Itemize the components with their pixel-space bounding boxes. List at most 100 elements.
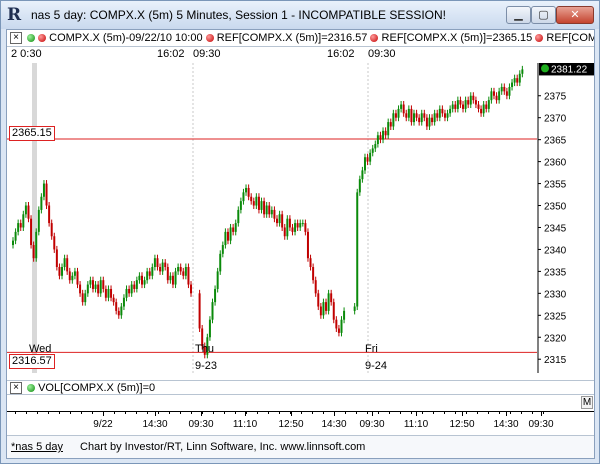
price-chart[interactable]: 2375 2370 2365 2360 2355 2350 2345 2340 2335 2330… xyxy=(7,61,594,373)
price-axis-label: 2365 xyxy=(544,136,567,147)
chart-page-tab[interactable]: *nas 5 day xyxy=(11,441,63,453)
candle-body xyxy=(353,306,356,311)
day-marker-date: 9-24 xyxy=(365,360,387,372)
candle-body xyxy=(174,271,177,285)
candle-body xyxy=(443,113,446,118)
x-axis-minor-tick xyxy=(213,412,214,414)
maximize-icon: ▢ xyxy=(538,9,549,21)
session-time-bar: 2 0:30 16:02 09:30 16:02 09:30 xyxy=(7,48,594,62)
candle-body xyxy=(164,262,167,267)
green-dot-icon[interactable] xyxy=(27,34,35,43)
candle-body xyxy=(325,302,328,311)
day-marker-date: 9-23 xyxy=(195,360,217,372)
candle-body xyxy=(480,108,483,114)
candle-body xyxy=(498,91,501,101)
legend-item-ref-extra[interactable]: REF[COM xyxy=(546,32,594,44)
candle-body xyxy=(278,214,281,224)
day-marker-weekday: Thu xyxy=(195,343,214,355)
candle-body xyxy=(257,196,260,210)
candle-body xyxy=(438,108,441,118)
candle-body xyxy=(245,187,248,193)
price-axis-label: 2340 xyxy=(544,245,567,256)
legend-item-ref-lower[interactable]: REF[COMPX.X (5m)]=2316.57 xyxy=(217,32,368,44)
candle-body xyxy=(314,280,317,294)
x-axis-label: 12:50 xyxy=(278,419,304,430)
candle-body xyxy=(161,262,164,272)
legend-item-symbol[interactable]: COMPX.X (5m)-09/22/10 10:00 xyxy=(49,32,202,44)
price-axis-label: 2345 xyxy=(544,223,567,234)
candle-body xyxy=(219,253,222,272)
close-button[interactable]: ✕ xyxy=(556,6,594,24)
candle-body xyxy=(487,100,490,109)
x-axis-minor-tick xyxy=(180,412,181,414)
x-axis-label: 09:30 xyxy=(528,419,554,430)
volume-label[interactable]: VOL[COMPX.X (5m)]=0 xyxy=(38,382,155,394)
candle-body xyxy=(376,135,379,145)
red-dot-icon[interactable] xyxy=(38,34,47,43)
x-axis-minor-tick xyxy=(345,412,346,414)
candle-body xyxy=(226,231,229,241)
candle-body xyxy=(343,310,346,320)
red-dot-icon[interactable] xyxy=(535,34,544,43)
candle-body xyxy=(81,293,84,303)
candle-body xyxy=(252,201,255,206)
candle-body xyxy=(428,117,431,127)
maximize-button[interactable]: ▢ xyxy=(531,6,556,24)
candle-body xyxy=(492,91,495,96)
time-axis: 9/22 14:30 09:30 11:10 12:50 14:30 09:30 11:10 1… xyxy=(7,411,594,433)
minimize-button[interactable]: ▁ xyxy=(506,6,531,24)
candle-body xyxy=(91,280,94,289)
m-button[interactable]: M xyxy=(581,396,593,409)
candle-body xyxy=(84,293,87,303)
red-dot-icon[interactable] xyxy=(205,34,214,43)
candle-body xyxy=(234,223,237,232)
candle-body xyxy=(420,113,423,123)
candle-body xyxy=(171,275,174,285)
price-axis-label: 2360 xyxy=(544,158,567,169)
candle-body xyxy=(107,288,110,298)
x-axis-minor-tick xyxy=(169,412,170,414)
candle-body xyxy=(45,183,48,206)
title-bar[interactable]: R nas 5 day: COMPX.X (5m) 5 Minutes, Ses… xyxy=(1,1,599,29)
candle-body xyxy=(384,130,387,136)
candle-body xyxy=(22,214,25,228)
x-axis-minor-tick xyxy=(235,412,236,414)
candle-body xyxy=(425,117,428,127)
candle-body xyxy=(394,113,397,118)
candle-body xyxy=(247,187,250,197)
credit-text: Chart by Investor/RT, Linn Software, Inc… xyxy=(80,441,366,453)
candle-body xyxy=(12,240,14,246)
candle-body xyxy=(224,231,227,246)
candle-body xyxy=(66,258,69,272)
candle-body xyxy=(239,201,242,210)
x-axis-minor-tick xyxy=(389,412,390,414)
investor-rt-app-icon[interactable]: R xyxy=(7,6,25,24)
candle-body xyxy=(306,231,309,259)
candle-body xyxy=(71,275,74,281)
candle-body xyxy=(190,284,193,294)
candle-body xyxy=(402,104,405,114)
candle-body xyxy=(169,275,172,281)
x-axis-label: 11:10 xyxy=(232,419,258,430)
candle-body xyxy=(263,201,266,215)
candle-body xyxy=(332,302,335,320)
candle-body xyxy=(301,223,304,225)
close-pane-button[interactable]: × xyxy=(10,32,22,44)
x-axis-label: 09:30 xyxy=(359,419,385,430)
candle-body xyxy=(436,113,439,118)
legend-item-ref-upper[interactable]: REF[COMPX.X (5m)]=2365.15 xyxy=(382,32,533,44)
red-dot-icon[interactable] xyxy=(370,34,379,43)
ref-label-upper[interactable]: 2365.15 xyxy=(9,126,55,141)
close-volume-pane-button[interactable]: × xyxy=(10,382,22,394)
ref-label-lower[interactable]: 2316.57 xyxy=(9,354,55,369)
candle-body xyxy=(281,214,284,228)
close-icon: ✕ xyxy=(570,9,580,21)
volume-pane[interactable] xyxy=(7,396,594,410)
x-axis-minor-tick xyxy=(312,412,313,414)
candle-body xyxy=(400,104,403,109)
price-chart-svg[interactable]: 2375 2370 2365 2360 2355 2350 2345 2340 2335 2330… xyxy=(7,61,594,373)
green-dot-icon[interactable] xyxy=(27,384,35,393)
candle-body xyxy=(389,122,392,127)
candle-body xyxy=(485,104,488,109)
candle-body xyxy=(374,144,377,149)
